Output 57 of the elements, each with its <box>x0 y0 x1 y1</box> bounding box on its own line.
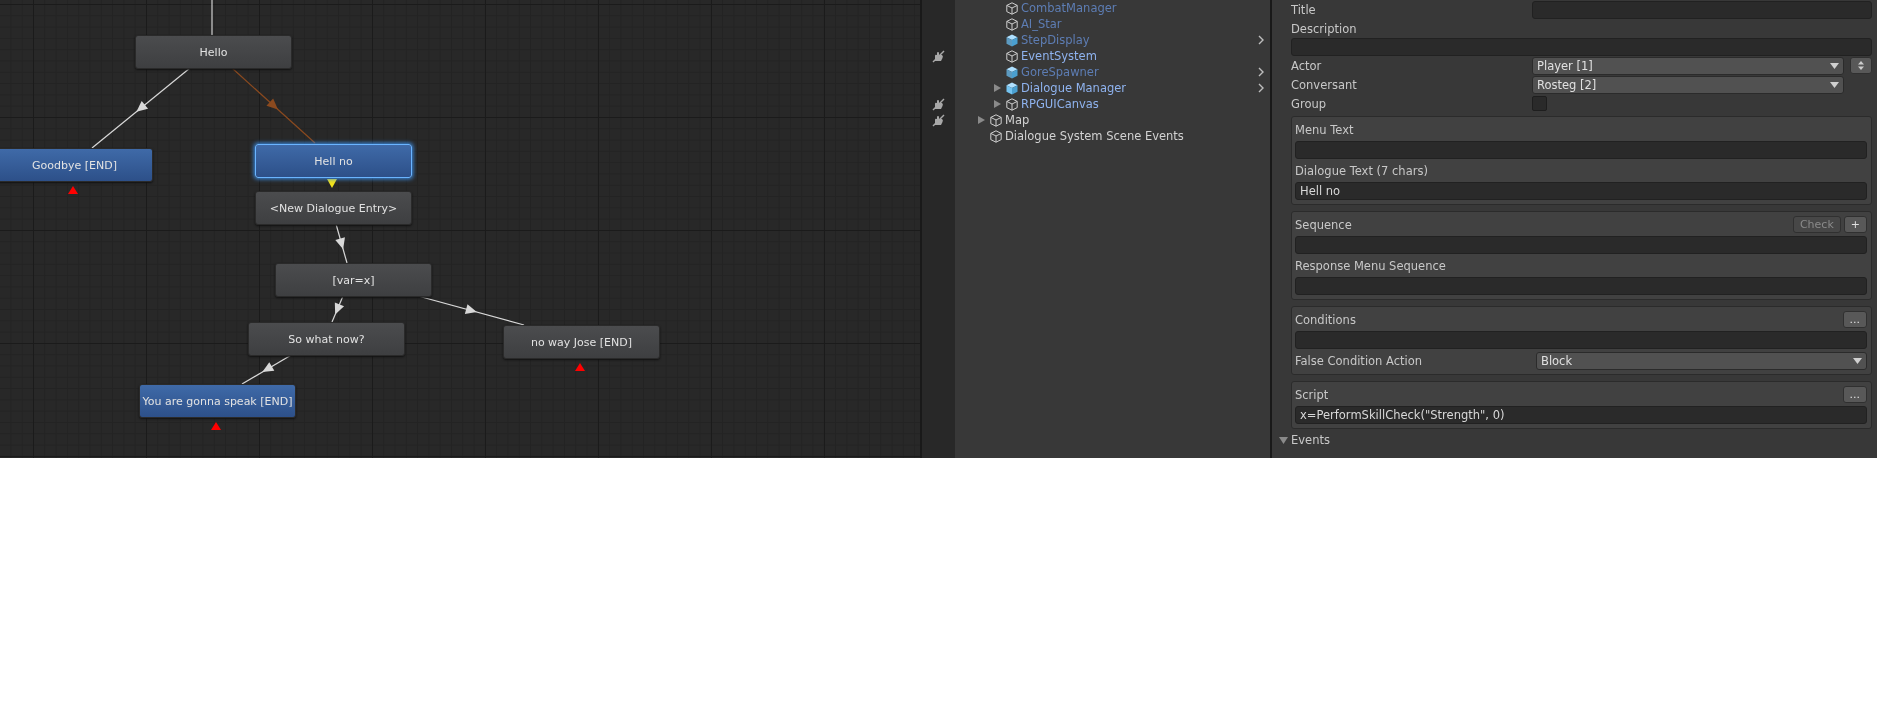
hierarchy-item[interactable]: Dialogue System Scene Events <box>1005 129 1264 143</box>
field-label: Actor <box>1291 58 1323 73</box>
field-label: False Condition Action <box>1295 353 1424 368</box>
dialogue-node[interactable]: no way Jose [END] <box>503 325 660 359</box>
dropdown-arrow-icon <box>1853 357 1862 364</box>
dialogue-node[interactable]: Hell no <box>255 144 412 178</box>
field-label: Description <box>1291 21 1357 36</box>
field-label: Sequence <box>1295 217 1352 232</box>
dialogue-node[interactable]: So what now? <box>248 322 405 356</box>
text-field[interactable]: x=PerformSkillCheck("Strength", 0) <box>1295 406 1867 424</box>
cube-icon <box>1006 49 1018 63</box>
field-label: Title <box>1291 2 1317 17</box>
dropdown-arrow-icon <box>1830 81 1839 88</box>
spinner-button[interactable] <box>1850 57 1872 74</box>
cube-icon <box>1006 1 1018 15</box>
field-label: Menu Text <box>1295 122 1354 137</box>
dialogue-node[interactable]: <New Dialogue Entry> <box>255 191 412 225</box>
field-label: Conversant <box>1291 77 1358 92</box>
field-label: Dialogue Text (7 chars) <box>1295 163 1428 178</box>
hierarchy-item[interactable]: EventSystem <box>1021 49 1264 63</box>
toolbar-button[interactable]: ... <box>1842 311 1867 328</box>
text-field[interactable] <box>1295 141 1867 159</box>
connection-arrow <box>335 223 348 264</box>
dialogue-node[interactable]: Goodbye [END] <box>0 148 153 182</box>
checkbox[interactable] <box>1532 96 1547 111</box>
field-label: Conditions <box>1295 312 1356 327</box>
cube-icon <box>990 129 1002 143</box>
dropdown[interactable]: Player [1] <box>1532 56 1844 75</box>
hierarchy-item[interactable]: Dialogue Manager <box>1021 81 1255 95</box>
prefab-cube-icon <box>1006 81 1018 95</box>
text-field[interactable] <box>1295 277 1867 295</box>
dialogue-node[interactable]: You are gonna speak [END] <box>139 384 296 418</box>
prefab-cube-icon <box>1006 33 1018 47</box>
text-field[interactable] <box>1295 331 1867 349</box>
field-label: Response Menu Sequence <box>1295 258 1446 273</box>
cube-icon <box>1006 97 1018 111</box>
hierarchy-item[interactable]: Map <box>1005 113 1264 127</box>
prefab-cube-icon <box>1006 65 1018 79</box>
field-label: Group <box>1291 96 1327 111</box>
cube-icon <box>1006 17 1018 31</box>
dropdown-arrow-icon <box>1830 62 1839 69</box>
text-field[interactable] <box>1295 236 1867 254</box>
toolbar-button[interactable]: ... <box>1842 386 1867 403</box>
cube-icon <box>990 113 1002 127</box>
section-header[interactable]: Events <box>1291 433 1330 447</box>
hierarchy-item[interactable]: RPGUICanvas <box>1021 97 1264 111</box>
dropdown[interactable]: Rosteg [2] <box>1532 75 1844 94</box>
chevron-right-icon[interactable] <box>1258 35 1264 45</box>
toolbar-button[interactable]: + <box>1843 216 1867 233</box>
text-field[interactable]: Hell no <box>1295 182 1867 200</box>
field-label: Script <box>1295 387 1329 402</box>
dialogue-node[interactable]: [var=x] <box>275 263 432 297</box>
dialogue-node[interactable]: Hello <box>135 35 292 69</box>
up-down-icon <box>1858 61 1864 70</box>
collapse-arrow-icon[interactable] <box>1279 436 1288 444</box>
dropdown[interactable]: Block <box>1536 351 1867 370</box>
connection-arrow <box>331 295 345 323</box>
